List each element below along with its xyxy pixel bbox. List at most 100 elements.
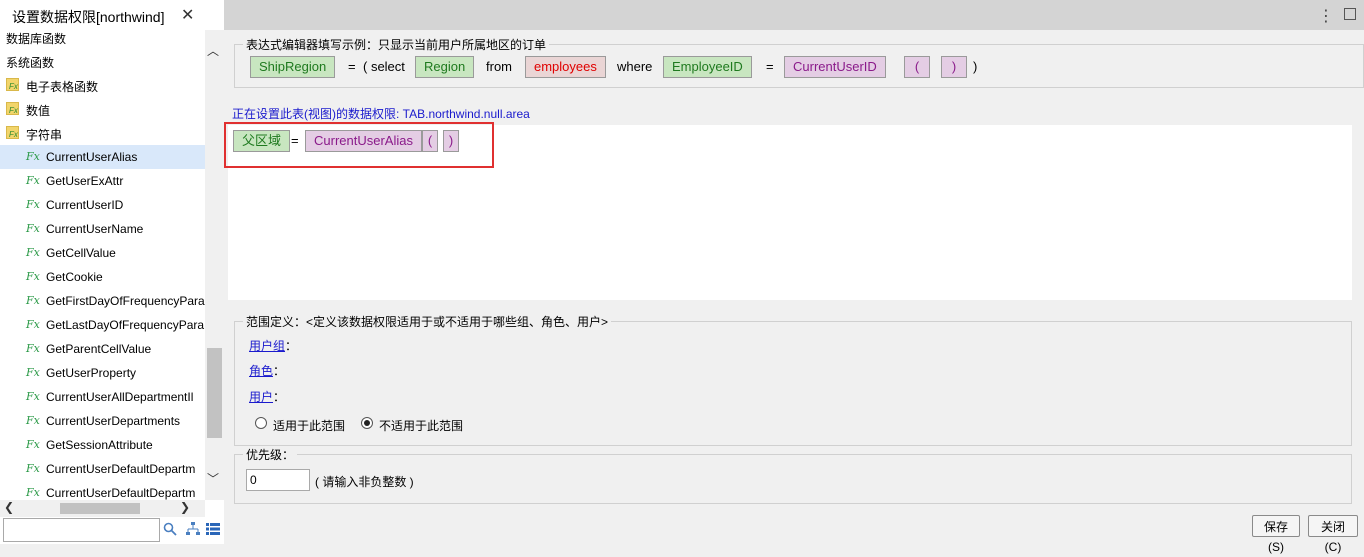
function-item[interactable]: Fx GetCellValue <box>0 241 205 265</box>
function-icon: Fx <box>26 486 40 499</box>
editor-token-close-paren[interactable]: ) <box>443 130 459 152</box>
more-menu-icon[interactable]: ⋮ <box>1318 6 1334 26</box>
folder-item[interactable]: Fx 数值 <box>0 97 205 121</box>
role-colon: ： <box>273 364 286 378</box>
tree-item-label: GetUserProperty <box>46 366 137 380</box>
function-icon: Fx <box>26 198 40 211</box>
example-token-equals: = <box>348 59 356 74</box>
tree-view-icon[interactable] <box>186 522 200 536</box>
function-icon: Fx <box>26 222 40 235</box>
function-icon: Fx <box>26 462 40 475</box>
tree-item-label: CurrentUserDefaultDepartm <box>46 462 196 476</box>
folder-icon-glyph: Fx <box>9 130 18 139</box>
scroll-right-icon[interactable]: ❯ <box>180 500 190 514</box>
tree-item-label: CurrentUserAlias <box>46 150 138 164</box>
tree-item-label: CurrentUserDepartments <box>46 414 181 428</box>
function-icon: Fx <box>26 390 40 403</box>
function-icon: Fx <box>26 366 40 379</box>
editor-token-currentuseralias[interactable]: CurrentUserAlias <box>305 130 422 152</box>
example-token-shipregion: ShipRegion <box>250 56 336 78</box>
folder-icon: Fx <box>6 102 19 115</box>
function-icon: Fx <box>26 174 40 187</box>
tree-search-input[interactable] <box>3 518 160 542</box>
folder-item[interactable]: Fx 字符串 <box>0 121 205 145</box>
save-button[interactable]: 保存(S) <box>1252 515 1300 554</box>
function-item[interactable]: Fx CurrentUserAllDepartmentIl <box>0 385 205 409</box>
example-token-from: from <box>486 59 512 74</box>
role-link[interactable]: 角色 <box>249 362 273 379</box>
priority-hint: ( 请输入非负整数 ) <box>315 475 414 489</box>
tree-horizontal-scroll-thumb[interactable] <box>60 503 140 514</box>
function-icon: Fx <box>26 246 40 259</box>
title-bar <box>224 0 1364 30</box>
folder-item[interactable]: Fx 电子表格函数 <box>0 73 205 97</box>
function-icon: Fx <box>26 318 40 331</box>
function-item[interactable]: Fx CurrentUserDepartments <box>0 409 205 433</box>
tree-item-label: GetParentCellValue <box>46 342 152 356</box>
example-token-open-paren: ( <box>904 56 930 78</box>
folder-icon-glyph: Fx <box>9 106 18 115</box>
scroll-down-icon[interactable]: ﹀ <box>207 470 219 487</box>
search-icon[interactable] <box>163 522 177 536</box>
example-token-close-paren: ) <box>941 56 967 78</box>
close-button[interactable]: 关闭(C) <box>1308 515 1358 554</box>
example-token-close-paren-2: ) <box>973 59 978 74</box>
function-item[interactable]: Fx GetSessionAttribute <box>0 433 205 457</box>
function-icon: Fx <box>26 270 40 283</box>
tree-vertical-scroll-thumb[interactable] <box>207 348 222 438</box>
example-token-region: Region <box>415 56 475 78</box>
user-colon: ： <box>273 390 286 404</box>
function-item[interactable]: Fx CurrentUserID <box>0 193 205 217</box>
function-item[interactable]: Fx CurrentUserAlias <box>0 145 205 169</box>
tree-item-label: 系统函数 <box>6 56 55 70</box>
user-group-link[interactable]: 用户组 <box>249 337 285 354</box>
not-apply-scope-label: 不适用于此范围 <box>379 419 464 433</box>
apply-scope-radio[interactable] <box>255 417 267 429</box>
folder-icon: Fx <box>6 126 19 139</box>
folder-icon-glyph: Fx <box>9 82 18 91</box>
function-icon: Fx <box>26 438 40 451</box>
category-item[interactable]: 系统函数 <box>0 49 205 73</box>
editor-token-open-paren[interactable]: ( <box>422 130 438 152</box>
function-item[interactable]: Fx GetLastDayOfFrequencyPara <box>0 313 205 337</box>
list-view-icon[interactable] <box>206 523 220 535</box>
function-item[interactable]: Fx GetUserProperty <box>0 361 205 385</box>
function-item[interactable]: Fx CurrentUserName <box>0 217 205 241</box>
scroll-up-icon[interactable]: ︿ <box>207 42 219 59</box>
example-token-where: where <box>617 59 653 74</box>
example-token-equals-2: = <box>766 59 774 74</box>
example-token-employeeid: EmployeeID <box>663 56 752 78</box>
function-item[interactable]: Fx GetFirstDayOfFrequencyPara <box>0 289 205 313</box>
tree-item-label: GetFirstDayOfFrequencyPara <box>46 294 205 308</box>
folder-icon: Fx <box>6 78 19 91</box>
tree-item-label: GetLastDayOfFrequencyPara <box>46 318 205 332</box>
close-icon[interactable]: ✕ <box>181 5 194 25</box>
function-item[interactable]: Fx CurrentUserDefaultDepartm <box>0 457 205 481</box>
category-item[interactable]: 数据库函数 <box>0 25 205 49</box>
tree-item-label: 字符串 <box>26 128 63 142</box>
example-token-employees: employees <box>525 56 606 78</box>
not-apply-scope-radio[interactable] <box>361 417 373 429</box>
user-group-colon: ： <box>285 339 298 353</box>
tree-item-label: 电子表格函数 <box>26 80 99 94</box>
function-icon: Fx <box>26 150 40 163</box>
function-item[interactable]: Fx GetUserExAttr <box>0 169 205 193</box>
tree-item-label: GetCookie <box>46 270 103 284</box>
editor-token-parent-region[interactable]: 父区域 <box>233 130 291 152</box>
tree-item-label: 数据库函数 <box>6 32 67 46</box>
scroll-left-icon[interactable]: ❮ <box>4 500 14 514</box>
example-token-select: ( select <box>363 59 405 74</box>
apply-scope-label: 适用于此范围 <box>273 419 346 433</box>
user-link[interactable]: 用户 <box>249 388 273 405</box>
setting-target-label: 正在设置此表(视图)的数据权限: TAB.northwind.null.area <box>232 107 530 121</box>
priority-input[interactable] <box>246 469 310 491</box>
tree-item-label: GetCellValue <box>46 246 116 260</box>
function-item[interactable]: Fx GetCookie <box>0 265 205 289</box>
scope-legend: 范围定义：<定义该数据权限适用于或不适用于哪些组、角色、用户> <box>246 315 609 329</box>
function-item[interactable]: Fx GetParentCellValue <box>0 337 205 361</box>
tree-item-label: CurrentUserName <box>46 222 144 236</box>
panel-tab-title: 设置数据权限[northwind] <box>12 9 165 25</box>
tree-item-label: CurrentUserDefaultDepartm <box>46 486 196 500</box>
maximize-icon[interactable] <box>1344 8 1356 20</box>
tree-item-label: GetUserExAttr <box>46 174 124 188</box>
